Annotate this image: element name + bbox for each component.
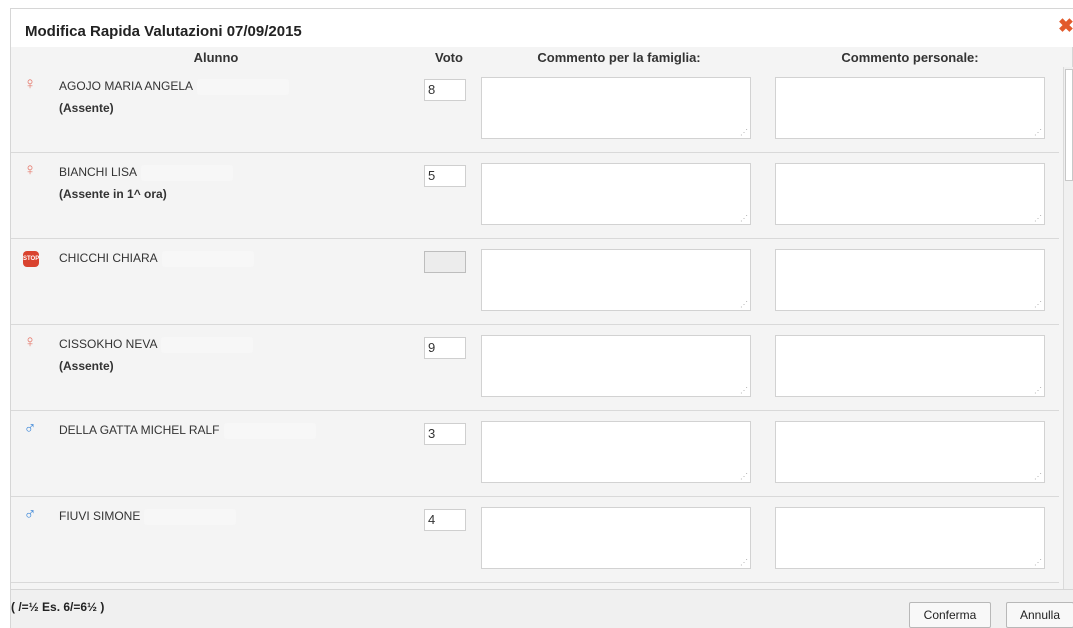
female-icon: ♀: [23, 74, 37, 93]
redacted-id: [161, 251, 254, 267]
family-comment-textarea[interactable]: ⋰: [481, 77, 751, 139]
redacted-id: [141, 165, 234, 181]
grade-legend: ( /=½ Es. 6/=6½ ): [11, 600, 105, 614]
student-name: CISSOKHO NEVA: [59, 337, 254, 353]
family-comment-textarea[interactable]: ⋰: [481, 421, 751, 483]
personal-comment-textarea[interactable]: ⋰: [775, 421, 1045, 483]
family-comment-textarea[interactable]: ⋰: [481, 163, 751, 225]
redacted-id: [144, 509, 237, 525]
student-row: ♂ DELLA GATTA MICHEL RALF 3 ⋰ ⋰: [11, 411, 1059, 497]
grade-input[interactable]: 3: [424, 423, 466, 445]
redacted-id: [223, 423, 316, 439]
resize-grip-icon[interactable]: ⋰: [740, 559, 748, 567]
student-name: CHICCHI CHIARA: [59, 251, 254, 267]
personal-comment-textarea[interactable]: ⋰: [775, 507, 1045, 569]
vertical-scrollbar[interactable]: [1063, 67, 1073, 589]
column-header-commento-famiglia: Commento per la famiglia:: [537, 50, 701, 65]
redacted-id: [197, 79, 290, 95]
grade-input[interactable]: 9: [424, 337, 466, 359]
grade-input[interactable]: 4: [424, 509, 466, 531]
resize-grip-icon[interactable]: ⋰: [1034, 473, 1042, 481]
student-status: (Assente): [59, 359, 114, 373]
family-comment-textarea[interactable]: ⋰: [481, 507, 751, 569]
student-name: DELLA GATTA MICHEL RALF: [59, 423, 316, 439]
dialog-titlebar: Modifica Rapida Valutazioni 07/09/2015 ✖: [11, 9, 1073, 47]
column-header-voto: Voto: [435, 50, 463, 65]
family-comment-textarea[interactable]: ⋰: [481, 249, 751, 311]
resize-grip-icon[interactable]: ⋰: [1034, 129, 1042, 137]
resize-grip-icon[interactable]: ⋰: [1034, 215, 1042, 223]
cancel-button[interactable]: Annulla: [1006, 602, 1073, 628]
male-icon: ♂: [23, 504, 37, 523]
column-header-commento-personale: Commento personale:: [841, 50, 979, 65]
personal-comment-textarea[interactable]: ⋰: [775, 249, 1045, 311]
resize-grip-icon[interactable]: ⋰: [740, 473, 748, 481]
grade-input-disabled: [424, 251, 466, 273]
student-row: ♀ BIANCHI LISA (Assente in 1^ ora) 5 ⋰ ⋰: [11, 153, 1059, 239]
personal-comment-textarea[interactable]: ⋰: [775, 77, 1045, 139]
quick-edit-dialog: Modifica Rapida Valutazioni 07/09/2015 ✖…: [10, 8, 1073, 628]
column-header-alunno: Alunno: [193, 50, 239, 65]
resize-grip-icon[interactable]: ⋰: [1034, 387, 1042, 395]
student-name: AGOJO MARIA ANGELA: [59, 79, 290, 95]
resize-grip-icon[interactable]: ⋰: [740, 387, 748, 395]
close-icon[interactable]: ✖: [1058, 17, 1073, 37]
confirm-button[interactable]: Conferma: [909, 602, 991, 628]
student-name: FIUVI SIMONE: [59, 509, 237, 525]
resize-grip-icon[interactable]: ⋰: [1034, 301, 1042, 309]
personal-comment-textarea[interactable]: ⋰: [775, 163, 1045, 225]
resize-grip-icon[interactable]: ⋰: [1034, 559, 1042, 567]
student-row: STOP CHICCHI CHIARA ⋰ ⋰: [11, 239, 1059, 325]
scrollbar-thumb[interactable]: [1065, 69, 1073, 181]
male-icon: ♂: [23, 418, 37, 437]
female-icon: ♀: [23, 332, 37, 351]
grade-input[interactable]: 8: [424, 79, 466, 101]
dialog-footer: ( /=½ Es. 6/=6½ ) Conferma Annulla: [11, 589, 1073, 628]
student-row: ♀ AGOJO MARIA ANGELA (Assente) 8 ⋰ ⋰: [11, 67, 1059, 153]
resize-grip-icon[interactable]: ⋰: [740, 215, 748, 223]
grade-input[interactable]: 5: [424, 165, 466, 187]
stop-icon: STOP: [23, 251, 39, 267]
student-row: ♀ CISSOKHO NEVA (Assente) 9 ⋰ ⋰: [11, 325, 1059, 411]
female-icon: ♀: [23, 160, 37, 179]
student-name: BIANCHI LISA: [59, 165, 234, 181]
resize-grip-icon[interactable]: ⋰: [740, 129, 748, 137]
student-list: ♀ AGOJO MARIA ANGELA (Assente) 8 ⋰ ⋰ ♀ B…: [11, 67, 1059, 589]
resize-grip-icon[interactable]: ⋰: [740, 301, 748, 309]
family-comment-textarea[interactable]: ⋰: [481, 335, 751, 397]
dialog-title: Modifica Rapida Valutazioni 07/09/2015: [25, 23, 302, 40]
student-status: (Assente): [59, 101, 114, 115]
personal-comment-textarea[interactable]: ⋰: [775, 335, 1045, 397]
student-status: (Assente in 1^ ora): [59, 187, 167, 201]
redacted-id: [161, 337, 254, 353]
student-row: ♂ FIUVI SIMONE 4 ⋰ ⋰: [11, 497, 1059, 583]
